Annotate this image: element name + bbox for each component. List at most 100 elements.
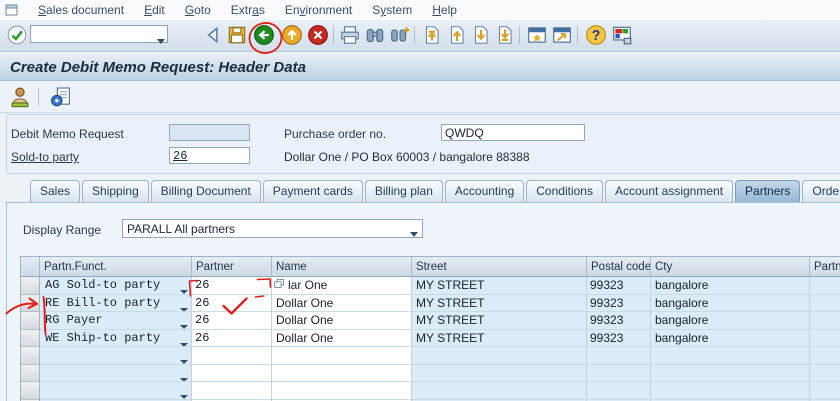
find-next-icon[interactable] (389, 24, 411, 46)
enter-check-icon[interactable] (6, 24, 28, 46)
column-header-street[interactable]: Street (412, 257, 587, 277)
menu-item-environment[interactable]: Environment (275, 1, 362, 19)
back-icon[interactable] (253, 24, 275, 46)
help-icon[interactable]: ? (585, 24, 607, 46)
partner-number-cell[interactable]: 26 (192, 312, 272, 330)
display-range-combobox[interactable]: PARALL All partners (122, 219, 423, 238)
column-header-partner[interactable]: Partner (192, 257, 272, 277)
previous-page-icon[interactable] (446, 24, 468, 46)
tab-conditions[interactable]: Conditions (526, 180, 603, 202)
row-selector-cell[interactable] (21, 364, 40, 382)
tab-billing-plan[interactable]: Billing plan (364, 180, 443, 202)
column-header-postal-code[interactable]: Postal code (587, 257, 651, 277)
partner-name-cell[interactable]: Dollar One (272, 312, 412, 330)
tab-accounting[interactable]: Accounting (444, 180, 525, 202)
partner-number-cell[interactable] (192, 364, 272, 382)
partner-number-cell[interactable] (192, 347, 272, 365)
table-row: AG Sold-to party 26 lar One MY STREET 99323 b… (21, 277, 840, 295)
new-session-icon[interactable] (526, 24, 548, 46)
function-dropdown-icon[interactable] (180, 371, 188, 382)
standard-toolbar: ? (0, 20, 840, 52)
partner-function-cell[interactable]: WE Ship-to party (40, 329, 192, 347)
purchase-order-label: Purchase order no. (284, 127, 387, 141)
menu-item-sales-document[interactable]: Sales document (28, 1, 134, 19)
partner-number-cell[interactable] (192, 382, 272, 400)
tab-payment-cards[interactable]: Payment cards (262, 180, 363, 202)
exit-icon[interactable] (281, 24, 303, 46)
cancel-icon[interactable] (307, 24, 329, 46)
menu-item-extras[interactable]: Extras (221, 1, 275, 19)
partners-tab-panel: Display Range PARALL All partners Partn.… (6, 202, 840, 401)
find-icon[interactable] (364, 24, 386, 46)
first-page-icon[interactable] (421, 24, 443, 46)
row-selector-cell[interactable] (21, 294, 40, 312)
menu-item-goto[interactable]: Goto (175, 1, 221, 19)
partner-function-cell[interactable]: AG Sold-to party (40, 277, 192, 295)
header-fields-area: Debit Memo Request Purchase order no. QW… (6, 114, 840, 174)
partner-number-cell[interactable]: 26 (192, 277, 272, 295)
partner-name-cell[interactable] (272, 364, 412, 382)
partner-function-cell[interactable]: RG Payer (40, 312, 192, 330)
customize-icon[interactable] (611, 24, 633, 46)
partner-name-cell[interactable] (272, 382, 412, 400)
toolbar-separator (333, 26, 334, 44)
tab-billing-document[interactable]: Billing Document (150, 180, 261, 202)
row-selector-cell[interactable] (21, 277, 40, 295)
debit-memo-request-input[interactable] (169, 124, 250, 141)
function-dropdown-icon[interactable] (180, 353, 188, 364)
function-dropdown-icon[interactable] (180, 301, 188, 312)
row-selector-cell[interactable] (21, 329, 40, 347)
partner-function-cell[interactable]: RE Bill-to party (40, 294, 192, 312)
tab-partners[interactable]: Partners (735, 180, 801, 202)
display-range-dropdown-icon[interactable] (410, 226, 418, 240)
save-icon[interactable] (226, 24, 248, 46)
menu-item-help[interactable]: Help (422, 1, 467, 19)
partner-function-cell[interactable] (40, 382, 192, 400)
tab-order-data[interactable]: Order Data (802, 180, 840, 202)
menu-item-edit[interactable]: Edit (134, 1, 175, 19)
partner-number-cell[interactable]: 26 (192, 329, 272, 347)
create-shortcut-icon[interactable] (551, 24, 573, 46)
column-header-selector[interactable] (21, 257, 40, 277)
display-doc-header-icon[interactable] (49, 85, 73, 109)
partner-function-cell[interactable] (40, 347, 192, 365)
function-dropdown-icon[interactable] (180, 336, 188, 347)
menu-item-system[interactable]: System (362, 1, 422, 19)
command-field[interactable] (30, 25, 168, 44)
function-dropdown-icon[interactable] (180, 318, 188, 329)
sold-to-party-label[interactable]: Sold-to party (11, 150, 79, 164)
row-selector-cell[interactable] (21, 312, 40, 330)
window-menu-icon[interactable] (5, 3, 19, 17)
purchase-order-input[interactable]: QWDQ (441, 124, 585, 141)
column-header-partne[interactable]: Partne (810, 257, 840, 277)
partner-function-cell[interactable] (40, 364, 192, 382)
back-triangle-icon[interactable] (202, 24, 224, 46)
partner-number-cell[interactable]: 26 (192, 294, 272, 312)
tab-account-assignment[interactable]: Account assignment (604, 180, 734, 202)
next-page-icon[interactable] (470, 24, 492, 46)
column-header-name[interactable]: Name (272, 257, 412, 277)
street-cell: MY STREET (412, 312, 587, 330)
svg-text:?: ? (592, 28, 601, 44)
print-icon[interactable] (339, 24, 361, 46)
city-cell: bangalore (651, 312, 810, 330)
tab-sales[interactable]: Sales (30, 180, 81, 202)
row-selector-cell[interactable] (21, 347, 40, 365)
command-dropdown-icon[interactable] (157, 31, 165, 49)
partner-name-cell[interactable] (272, 347, 412, 365)
last-page-icon[interactable] (494, 24, 516, 46)
partner-name-cell[interactable]: Dollar One (272, 294, 412, 312)
sold-to-party-input[interactable]: 26 (169, 147, 250, 164)
city-cell (651, 382, 810, 400)
partner-name-cell[interactable]: lar One (272, 277, 412, 295)
function-dropdown-icon[interactable] (180, 283, 188, 294)
tab-shipping[interactable]: Shipping (82, 180, 149, 202)
toolbar-separator (414, 26, 415, 44)
partner-name-cell[interactable]: Dollar One (272, 329, 412, 347)
partner-person-icon[interactable] (8, 85, 32, 109)
column-header-cty[interactable]: Cty (651, 257, 810, 277)
postal-code-cell: 99323 (587, 329, 651, 347)
function-dropdown-icon[interactable] (180, 388, 188, 399)
row-selector-cell[interactable] (21, 382, 40, 400)
column-header-partn-funct-[interactable]: Partn.Funct. (40, 257, 192, 277)
